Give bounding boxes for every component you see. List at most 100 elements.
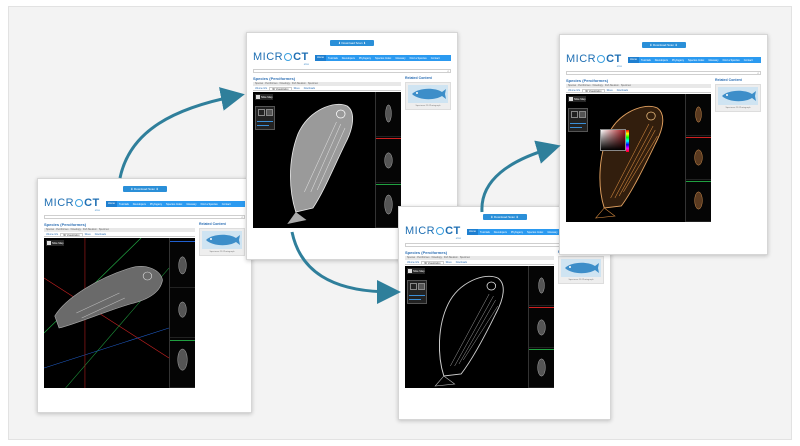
tab-3d-visualization[interactable]: 3D Visualization (421, 261, 444, 265)
nav-item-glossary[interactable]: Glossary (545, 231, 559, 234)
nav-item-developers[interactable]: Developers (492, 231, 509, 234)
related-thumbnail[interactable] (408, 85, 448, 103)
transfer-function-panel[interactable] (568, 108, 588, 132)
nav-item-developers[interactable]: Developers (131, 203, 148, 206)
site-logo[interactable]: MICR CT atlas (253, 50, 311, 66)
ct-viewer[interactable]: Slice Map (566, 94, 711, 222)
slice-coronal[interactable] (529, 306, 554, 348)
download-scan-button[interactable]: ⬇ Download Scan ⬇ (482, 214, 527, 220)
search-input[interactable]: ⌕ (253, 69, 451, 73)
related-thumbnail[interactable] (202, 231, 242, 249)
nav-item-tutorials[interactable]: Tutorials (117, 203, 131, 206)
download-scan-button[interactable]: ⬇ Download Scan ⬇ (641, 42, 686, 48)
tab-3d-visualization[interactable]: 3D Visualization (269, 87, 292, 91)
color-picker[interactable] (600, 129, 629, 152)
search-input[interactable]: ⌕ (44, 215, 245, 219)
nav-item-home[interactable]: Home (315, 55, 326, 61)
tab-volume-info[interactable]: Volume Info (44, 233, 60, 236)
viewer-main-pane[interactable]: Slice Map (405, 266, 528, 388)
slice-axial[interactable] (686, 94, 711, 136)
viewer-slice-strip[interactable] (685, 94, 711, 222)
nav-item-find[interactable]: Find a Species (408, 57, 429, 60)
brightness-slider[interactable] (257, 125, 269, 126)
slice-sagittal[interactable] (170, 338, 195, 388)
nav-item-glossary[interactable]: Glossary (706, 59, 720, 62)
nav-item-contact[interactable]: Contact (429, 57, 442, 60)
nav-item-developers[interactable]: Developers (653, 59, 670, 62)
tab-downloads[interactable]: Downloads (93, 233, 108, 236)
nav-item-phylogeny[interactable]: Phylogeny (670, 59, 686, 62)
tab-volume-info[interactable]: Volume Info (253, 87, 269, 90)
nav-item-species-index[interactable]: Species Index (525, 231, 545, 234)
opacity-slider[interactable] (570, 123, 586, 124)
site-logo[interactable]: MICR CT atlas (566, 52, 624, 68)
slice-axial[interactable] (376, 92, 401, 137)
tab-slices[interactable]: Slices (605, 89, 615, 92)
nav-item-find[interactable]: Find a Species (721, 59, 742, 62)
slice-axial[interactable] (529, 266, 554, 306)
nav-item-tutorials[interactable]: Tutorials (478, 231, 492, 234)
viewer-main-pane[interactable]: Slice Map (43, 237, 170, 389)
tab-3d-visualization[interactable]: 3D Visualization (582, 89, 605, 93)
related-card[interactable]: Specimen 2D Photograph (199, 228, 245, 256)
tab-volume-info[interactable]: Volume Info (405, 261, 421, 264)
download-scan-button[interactable]: ⬇ Download Scan ⬇ (330, 40, 374, 46)
search-icon[interactable]: ⌕ (241, 215, 243, 219)
nav-item-species-index[interactable]: Species Index (686, 59, 706, 62)
slice-sagittal[interactable] (529, 348, 554, 388)
nav-item-home[interactable]: Home (467, 229, 478, 235)
site-logo[interactable]: MICR CT atlas (405, 224, 463, 240)
nav-item-find[interactable]: Find a Species (199, 203, 220, 206)
transfer-function-panel[interactable] (255, 106, 275, 130)
slice-axial[interactable] (170, 238, 195, 288)
tab-downloads[interactable]: Downloads (454, 261, 469, 264)
related-card[interactable]: Specimen 2D Photograph (558, 256, 604, 284)
related-card[interactable]: Specimen 2D Photograph (405, 82, 451, 110)
brightness-slider[interactable] (409, 299, 421, 300)
nav-item-tutorials[interactable]: Tutorials (639, 59, 653, 62)
preset-swatch-2[interactable] (418, 283, 425, 290)
viewer-slice-strip[interactable] (528, 266, 554, 388)
nav-item-home[interactable]: Home (628, 57, 639, 63)
nav-item-phylogeny[interactable]: Phylogeny (148, 203, 164, 206)
nav-item-home[interactable]: Home (106, 201, 117, 207)
preset-swatch-2[interactable] (579, 111, 586, 118)
transfer-function-panel[interactable] (407, 280, 427, 304)
search-icon[interactable]: ⌕ (447, 69, 449, 73)
tab-3d-visualization[interactable]: 3D Visualization (60, 233, 83, 237)
nav-item-contact[interactable]: Contact (742, 59, 755, 62)
related-thumbnail[interactable] (561, 259, 601, 277)
preset-swatch-1[interactable] (571, 111, 578, 118)
nav-item-glossary[interactable]: Glossary (393, 57, 407, 60)
mode-label[interactable]: Slice Map (568, 96, 587, 102)
mode-label[interactable]: Slice Map (255, 94, 274, 100)
slice-coronal[interactable] (376, 137, 401, 183)
opacity-slider[interactable] (409, 295, 425, 296)
download-scan-button[interactable]: ⬇ Download Scan ⬇ (122, 186, 167, 192)
search-icon[interactable]: ⌕ (757, 71, 759, 75)
viewer-slice-strip[interactable] (169, 238, 195, 388)
nav-item-phylogeny[interactable]: Phylogeny (509, 231, 525, 234)
search-input[interactable]: ⌕ (566, 71, 761, 75)
slice-coronal[interactable] (170, 288, 195, 338)
nav-item-contact[interactable]: Contact (220, 203, 233, 206)
hue-slider[interactable] (626, 130, 629, 152)
tab-downloads[interactable]: Downloads (302, 87, 317, 90)
related-card[interactable]: Specimen 2D Photograph (715, 84, 761, 112)
nav-item-tutorials[interactable]: Tutorials (326, 57, 340, 60)
brightness-slider[interactable] (570, 127, 582, 128)
tab-slices[interactable]: Slices (444, 261, 454, 264)
nav-item-developers[interactable]: Developers (340, 57, 357, 60)
tab-volume-info[interactable]: Volume Info (566, 89, 582, 92)
tab-downloads[interactable]: Downloads (615, 89, 630, 92)
nav-item-glossary[interactable]: Glossary (184, 203, 198, 206)
preset-swatch-2[interactable] (266, 109, 273, 116)
mode-label[interactable]: Slice Map (46, 240, 65, 246)
site-logo[interactable]: MICR CT atlas (44, 196, 102, 212)
slice-coronal[interactable] (686, 136, 711, 180)
preset-swatch-1[interactable] (258, 109, 265, 116)
nav-item-species-index[interactable]: Species Index (373, 57, 393, 60)
slice-sagittal[interactable] (686, 180, 711, 222)
mode-label[interactable]: Slice Map (407, 268, 426, 274)
nav-item-phylogeny[interactable]: Phylogeny (357, 57, 373, 60)
